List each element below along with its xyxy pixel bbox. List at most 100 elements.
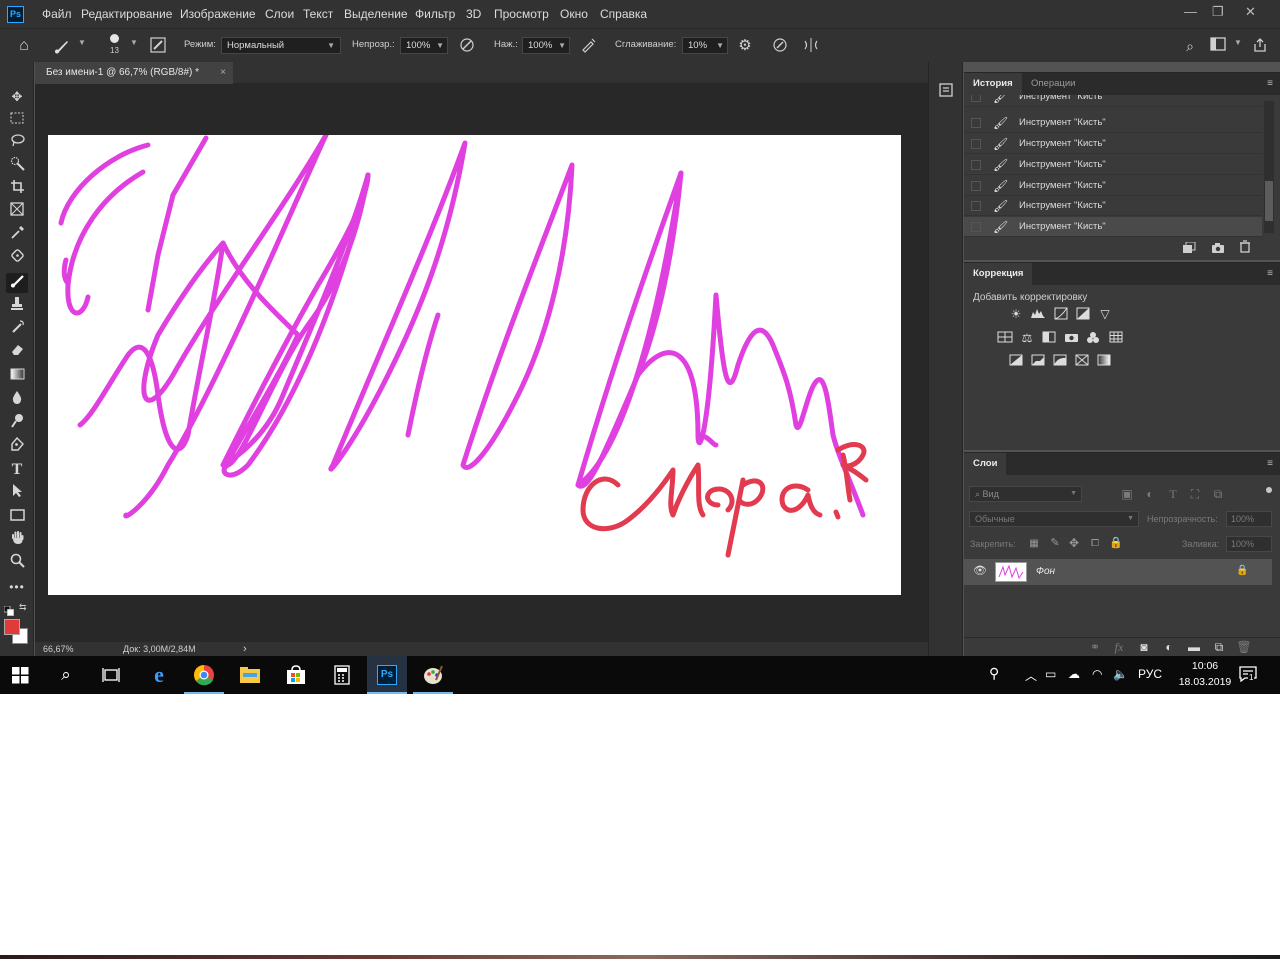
wifi-icon[interactable]: ◠ [1092,667,1102,681]
vibrance-icon[interactable]: ▽ [1096,307,1114,322]
more-tools-icon[interactable]: ••• [6,577,28,597]
history-item[interactable]: 🖌 Инструмент "Кисть" [964,134,1262,154]
file-explorer-icon[interactable] [230,656,270,694]
opacity-field[interactable]: 100% ▼ [400,37,448,54]
chevron-down-icon[interactable]: ▼ [1234,38,1242,47]
battery-icon[interactable]: ▭ [1045,667,1056,681]
panel-menu-icon[interactable]: ≡ [1267,268,1273,279]
layer-row[interactable]: 👁 Фон 🔒 [964,559,1272,585]
clone-stamp-tool-icon[interactable] [6,296,28,316]
airbrush-icon[interactable] [579,37,599,55]
eraser-tool-icon[interactable] [6,342,28,362]
new-group-icon[interactable]: ▬ [1185,640,1203,655]
black-white-icon[interactable] [1040,331,1058,346]
gear-icon[interactable]: ⚙ [735,37,755,55]
new-layer-icon[interactable]: ⧉ [1210,640,1228,655]
levels-icon[interactable] [1029,307,1047,322]
brush-preset-icon[interactable] [52,37,72,55]
curves-icon[interactable] [1052,307,1070,322]
workspace-icon[interactable] [1208,37,1228,55]
filter-shape-icon[interactable]: ⛶ [1186,487,1204,502]
fill-field[interactable]: 100% [1226,536,1272,552]
tab-layers[interactable]: Слои [964,453,1007,475]
link-layers-icon[interactable]: ⚭ [1086,640,1104,655]
blur-tool-icon[interactable] [6,390,28,410]
panel-menu-icon[interactable]: ≡ [1267,78,1273,89]
frame-tool-icon[interactable] [6,202,28,222]
filter-adjustment-icon[interactable]: ◐ [1141,487,1159,502]
zoom-level[interactable]: 66,67% [43,642,74,656]
menu-layers[interactable]: Слои [265,7,294,21]
new-adjustment-layer-icon[interactable]: ◐ [1160,640,1178,655]
clock[interactable]: 10:06 18.03.2019 [1175,660,1235,688]
filter-pixel-icon[interactable]: ▣ [1118,487,1136,502]
lock-all-icon[interactable]: 🔒 [1107,536,1125,551]
brush-tool-icon[interactable] [6,273,28,293]
close-window-button[interactable]: ✕ [1245,4,1256,20]
brightness-icon[interactable]: ☀ [1007,307,1025,322]
canvas[interactable] [48,132,901,595]
history-checkbox[interactable] [971,118,981,128]
foreground-color-swatch[interactable] [4,619,20,635]
rectangle-tool-icon[interactable] [6,507,28,527]
lock-artboard-icon[interactable]: ⧠ [1086,536,1104,551]
history-checkbox[interactable] [971,95,981,102]
pressure-size-icon[interactable] [770,37,790,55]
opacity-pressure-icon[interactable] [457,37,477,55]
history-checkbox[interactable] [971,181,981,191]
layer-mask-icon[interactable]: ◙ [1135,640,1153,655]
mode-select[interactable]: Нормальный ▼ [221,37,341,54]
history-item[interactable]: 🖌 Инструмент "Кисть" [964,155,1262,175]
menu-view[interactable]: Просмотр [494,7,549,21]
paint-app-icon[interactable] [413,656,453,694]
swap-colors-icon[interactable]: ⇆ [19,602,27,613]
history-scrollbar[interactable] [1264,101,1274,233]
share-icon[interactable] [1250,37,1270,55]
lock-transparency-icon[interactable]: ▦ [1025,536,1043,551]
posterize-icon[interactable] [1029,354,1047,369]
tab-history[interactable]: История [964,73,1022,95]
history-checkbox[interactable] [971,139,981,149]
menu-edit[interactable]: Редактирование [81,7,172,21]
filter-type-icon[interactable]: T [1164,487,1182,502]
layer-filter-select[interactable]: ⌕ Вид ▼ [969,486,1082,502]
zoom-tool-icon[interactable] [6,553,28,573]
move-tool-icon[interactable]: ✥ [6,87,28,107]
close-tab-icon[interactable]: × [220,62,226,84]
history-checkbox[interactable] [971,222,981,232]
menu-filter[interactable]: Фильтр [415,7,455,21]
hue-saturation-icon[interactable] [996,331,1014,346]
default-colors-icon[interactable] [3,603,14,616]
gradient-map-icon[interactable] [1095,354,1113,369]
people-icon[interactable]: ⚲ [989,665,999,682]
history-brush-tool-icon[interactable] [6,319,28,339]
volume-icon[interactable]: 🔈 [1113,667,1128,681]
filter-smart-object-icon[interactable]: ⧉ [1209,487,1227,502]
trash-icon[interactable] [1239,240,1253,254]
calculator-icon[interactable] [322,656,362,694]
invert-icon[interactable] [1007,354,1025,369]
selective-color-icon[interactable] [1073,354,1091,369]
chrome-icon[interactable] [184,656,224,694]
path-select-tool-icon[interactable] [6,483,28,503]
chevron-down-icon[interactable]: ▼ [130,38,138,47]
history-checkbox[interactable] [971,201,981,211]
tab-actions[interactable]: Операции [1022,73,1084,95]
menu-select[interactable]: Выделение [344,7,408,21]
type-tool-icon[interactable]: T [6,460,28,480]
menu-type[interactable]: Текст [303,7,333,21]
chevron-down-icon[interactable]: ▼ [78,38,86,47]
home-icon[interactable]: ⌂ [14,37,34,55]
history-item-current[interactable]: 🖌 Инструмент "Кисть" [964,217,1262,237]
history-scrollbar-thumb[interactable] [1265,181,1273,221]
symmetry-icon[interactable] [801,37,821,55]
color-balance-icon[interactable]: ⚖ [1018,331,1036,346]
delete-layer-icon[interactable]: 🗑 [1235,640,1253,655]
layer-name[interactable]: Фон [1036,566,1055,577]
dodge-tool-icon[interactable] [6,413,28,433]
filter-toggle-icon[interactable] [1266,487,1272,493]
threshold-icon[interactable] [1051,354,1069,369]
photoshop-taskbar-icon[interactable]: Ps [367,656,407,694]
language-indicator[interactable]: РУС [1138,667,1162,681]
eyedropper-tool-icon[interactable] [6,225,28,245]
